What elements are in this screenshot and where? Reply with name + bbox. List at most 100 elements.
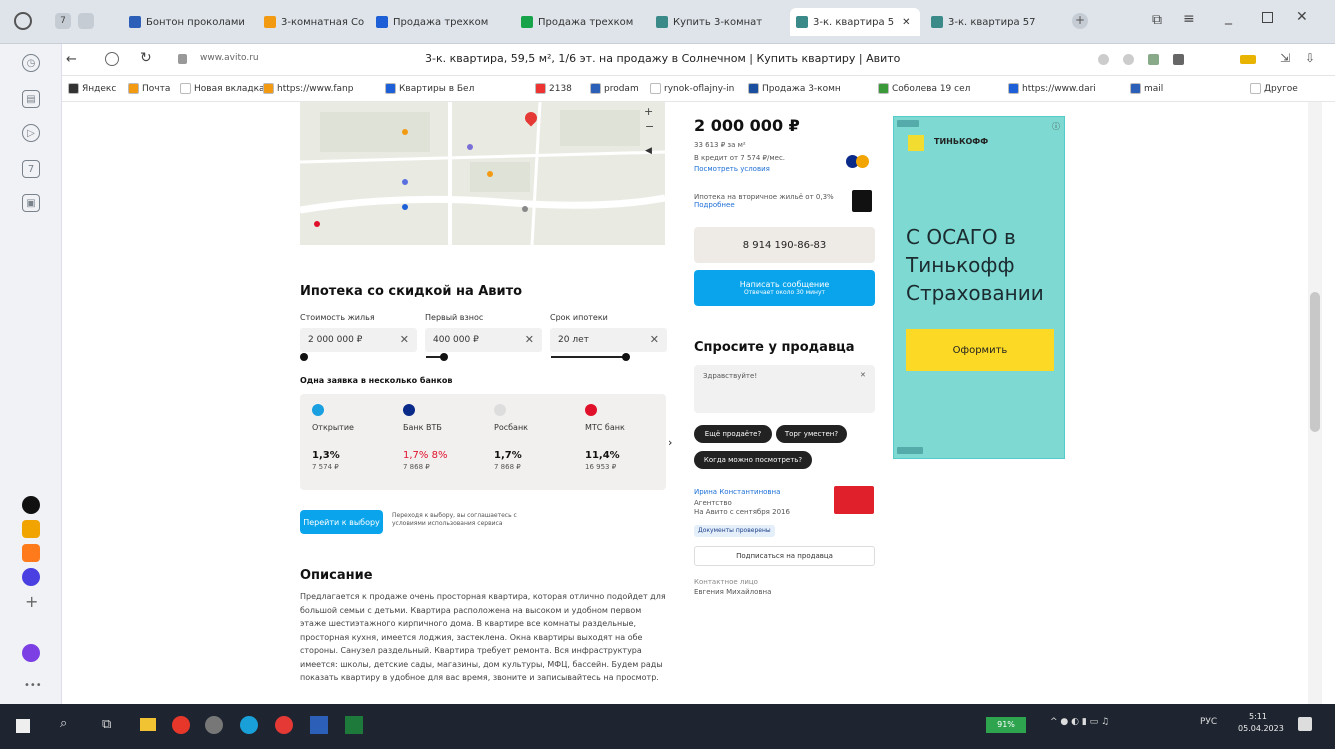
map-geolocation-icon[interactable]: ◀ bbox=[645, 146, 652, 156]
price-slider-knob[interactable] bbox=[300, 353, 308, 361]
map-zoom-in-button[interactable]: + bbox=[644, 105, 653, 118]
location-map[interactable]: + − ◀ bbox=[300, 102, 665, 245]
close-window-button[interactable]: ✕ bbox=[1296, 9, 1308, 25]
clock[interactable]: 5:11 05.04.2023 bbox=[1238, 711, 1284, 735]
subscribe-button[interactable]: Подписаться на продавца bbox=[694, 546, 875, 566]
app-icon-4[interactable] bbox=[22, 568, 40, 586]
tabs-list-icon[interactable] bbox=[78, 13, 94, 29]
app-icon-3[interactable] bbox=[22, 544, 40, 562]
bookmark-item[interactable]: Яндекс bbox=[68, 83, 116, 94]
tabs-menu-icon[interactable]: 7 bbox=[55, 13, 71, 29]
bookmark-item[interactable]: Другое bbox=[1250, 83, 1298, 94]
screenshot-icon[interactable]: ▣ bbox=[22, 194, 40, 212]
maximize-button[interactable] bbox=[1262, 12, 1273, 23]
task-view-icon[interactable]: ⧉ bbox=[102, 717, 111, 732]
bookmark-item[interactable]: mail bbox=[1130, 83, 1163, 94]
edge-icon[interactable] bbox=[240, 716, 258, 734]
page-title-address[interactable]: 3-к. квартира, 59,5 м², 1/6 эт. на прода… bbox=[425, 52, 900, 65]
go-to-choice-button[interactable]: Перейти к выбору bbox=[300, 510, 383, 534]
close-tab-icon[interactable]: ✕ bbox=[902, 17, 910, 28]
notes-icon[interactable]: ▤ bbox=[22, 90, 40, 108]
browser-tab[interactable]: Продажа трехком bbox=[515, 8, 643, 36]
mortgage-small-link[interactable]: Подробнее bbox=[694, 201, 735, 209]
app-icon-2[interactable] bbox=[22, 520, 40, 538]
browser-tab[interactable]: Продажа трехком bbox=[370, 8, 508, 36]
explorer-icon[interactable] bbox=[140, 718, 156, 731]
term-input[interactable]: 20 лет ✕ bbox=[550, 328, 667, 352]
browser-tab[interactable]: Купить 3-комнат bbox=[650, 8, 784, 36]
bookmark-item[interactable]: Квартиры в Бел bbox=[385, 83, 474, 94]
browser-tab[interactable]: 3-к. квартира 5 ✕ bbox=[790, 8, 920, 36]
price-input[interactable]: 2 000 000 ₽ ✕ bbox=[300, 328, 417, 352]
address-domain[interactable]: www.avito.ru bbox=[200, 53, 259, 63]
banks-next-arrow-icon[interactable]: › bbox=[668, 436, 672, 449]
chip-still-selling[interactable]: Ещё продаёте? bbox=[694, 425, 772, 443]
browser-tab[interactable]: Бонтон проколами bbox=[123, 8, 251, 36]
battery-indicator[interactable]: 91% bbox=[986, 717, 1026, 733]
ad-close-icon[interactable]: ⓘ bbox=[1052, 121, 1060, 132]
clear-price-icon[interactable]: ✕ bbox=[400, 333, 409, 346]
scrollbar-thumb[interactable] bbox=[1310, 292, 1320, 432]
add-panel-icon[interactable]: + bbox=[25, 592, 38, 611]
ask-seller-textarea[interactable]: Здравствуйте! ✕ bbox=[694, 365, 875, 413]
clear-ask-icon[interactable]: ✕ bbox=[860, 371, 866, 379]
page-scrollbar[interactable] bbox=[1308, 102, 1322, 704]
input-language[interactable]: РУС bbox=[1200, 717, 1217, 727]
play-icon[interactable]: ▷ bbox=[22, 124, 40, 142]
yandex-browser-icon[interactable] bbox=[172, 716, 190, 734]
tinkoff-ad-banner[interactable]: ⓘ ТИНЬКОФФ С ОСАГО в Тинькофф Страховани… bbox=[893, 116, 1065, 459]
minimize-button[interactable]: _ bbox=[1225, 9, 1232, 25]
down-slider-knob[interactable] bbox=[440, 353, 448, 361]
write-message-button[interactable]: Написать сообщение Отвечает около 30 мин… bbox=[694, 270, 875, 306]
browser-logo-icon[interactable] bbox=[14, 12, 32, 30]
search-icon[interactable]: ⌕ bbox=[60, 716, 67, 731]
protect-icon[interactable] bbox=[105, 52, 119, 66]
bookmark-item[interactable]: https://www.fanp bbox=[263, 83, 353, 94]
chip-bargain[interactable]: Торг уместен? bbox=[776, 425, 847, 443]
share-icon[interactable]: ⇲ bbox=[1280, 51, 1290, 65]
bookmark-item[interactable]: rynok-oflajny-in bbox=[650, 83, 734, 94]
bookmark-window-icon[interactable]: ⧉ bbox=[1152, 12, 1162, 28]
browser-menu-icon[interactable]: ≡ bbox=[1183, 11, 1195, 27]
browser-tab[interactable]: 3-комнатная Сол bbox=[258, 8, 364, 36]
new-tab-button[interactable]: + bbox=[1072, 13, 1088, 29]
notification-icon[interactable] bbox=[1298, 717, 1312, 731]
more-panel-icon[interactable]: ••• bbox=[24, 680, 42, 691]
phone-button[interactable]: 8 914 190-86-83 bbox=[694, 227, 875, 263]
alice-icon[interactable] bbox=[22, 644, 40, 662]
bookmark-item[interactable]: prodam bbox=[590, 83, 639, 94]
battery-extension-icon[interactable] bbox=[1240, 55, 1256, 64]
bank-offer[interactable]: Открытие 1,3% 7 574 ₽ bbox=[312, 404, 392, 471]
bookmark-item[interactable]: Почта bbox=[128, 83, 170, 94]
map-zoom-out-button[interactable]: − bbox=[645, 120, 654, 133]
download-icon[interactable]: ⇩ bbox=[1305, 51, 1315, 65]
tab-counter-icon[interactable]: 7 bbox=[22, 160, 40, 178]
reload-icon[interactable]: ↻ bbox=[140, 50, 152, 66]
app-red-icon[interactable] bbox=[275, 716, 293, 734]
credit-link[interactable]: Посмотреть условия bbox=[694, 165, 770, 173]
bookmark-item[interactable]: https://www.dari bbox=[1008, 83, 1096, 94]
app-icon-1[interactable] bbox=[22, 496, 40, 514]
bank-offer[interactable]: МТС банк 11,4% 16 953 ₽ bbox=[585, 404, 665, 471]
ad-cta-button[interactable]: Оформить bbox=[906, 329, 1054, 371]
start-button-icon[interactable] bbox=[16, 719, 30, 733]
bookmark-item[interactable]: Соболева 19 сел bbox=[878, 83, 970, 94]
seller-name[interactable]: Ирина Константиновна bbox=[694, 488, 780, 496]
seller-logo[interactable] bbox=[834, 486, 874, 514]
bookmark-item[interactable]: Продажа 3-комн bbox=[748, 83, 841, 94]
back-arrow-icon[interactable]: ← bbox=[66, 52, 77, 67]
bookmark-item[interactable]: Новая вкладка bbox=[180, 83, 265, 94]
bank-offer[interactable]: Банк ВТБ 1,7% 8% 7 868 ₽ bbox=[403, 404, 483, 471]
down-payment-input[interactable]: 400 000 ₽ ✕ bbox=[425, 328, 542, 352]
term-slider-knob[interactable] bbox=[622, 353, 630, 361]
tray-icons[interactable]: ^ ● ◐ ▮ ▭ ♫ bbox=[1050, 717, 1109, 727]
extension-icons[interactable] bbox=[1098, 54, 1218, 66]
tool-icon[interactable] bbox=[205, 716, 223, 734]
bookmark-item[interactable]: 2138 bbox=[535, 83, 572, 94]
history-icon[interactable]: ◷ bbox=[22, 54, 40, 72]
word-icon[interactable] bbox=[310, 716, 328, 734]
clear-down-icon[interactable]: ✕ bbox=[525, 333, 534, 346]
bank-offer[interactable]: Росбанк 1,7% 7 868 ₽ bbox=[494, 404, 574, 471]
browser-tab[interactable]: 3-к. квартира 57 bbox=[925, 8, 1055, 36]
term-slider[interactable] bbox=[551, 356, 627, 358]
